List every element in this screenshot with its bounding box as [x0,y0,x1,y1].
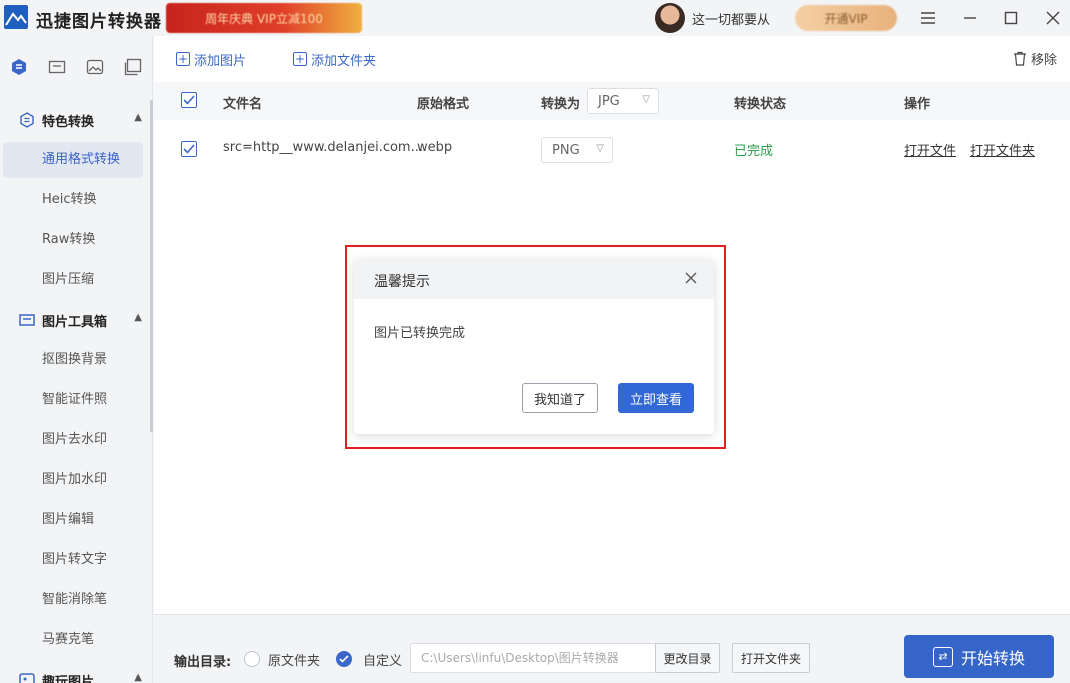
start-convert-button[interactable]: ⇄ 开始转换 [904,635,1054,678]
sidebar: 特色转换 ▲ 通用格式转换 Heic转换 Raw转换 图片压缩 图片工具箱 ▲ … [0,36,153,683]
col-filename: 文件名 [223,97,263,112]
fun-image-icon [18,671,36,683]
chevron-up-icon: ▲ [134,112,142,123]
folder-plus-icon: + [293,52,307,66]
col-status: 转换状态 [734,97,787,112]
promo-banner[interactable]: 周年庆典 VIP立减100 [166,3,362,33]
chevron-up-icon: ▲ [134,672,142,683]
sidebar-scrollbar[interactable] [150,100,153,432]
select-all-checkbox[interactable] [181,92,197,108]
title-bar: 迅捷图片转换器 周年庆典 VIP立减100 这一切都要从 开通VIP [0,0,1070,36]
toolbox-icon[interactable] [38,52,76,82]
radio-original-folder[interactable] [244,651,260,667]
convert-arrows-icon: ⇄ [932,646,953,667]
row-format-value: PNG [552,142,580,158]
bottom-bar: 输出目录: 原文件夹 自定义 C:\Users\linfu\Desktop\图片… [154,614,1070,683]
menu-icon[interactable] [916,6,940,30]
sidebar-item-eraser[interactable]: 智能消除笔 [3,582,143,618]
close-icon[interactable] [1041,6,1065,30]
chevron-up-icon: ▲ [134,312,142,323]
sidebar-group-label: 图片工具箱 [42,314,108,330]
sidebar-item-mosaic[interactable]: 马赛克笔 [3,622,143,658]
col-convert-to: 转换为 [541,97,581,112]
gallery-icon[interactable] [114,52,152,82]
convert-icon[interactable] [0,52,38,82]
maximize-icon[interactable] [999,6,1023,30]
add-image-button[interactable]: + 添加图片 [176,49,246,69]
sidebar-item-ocr[interactable]: 图片转文字 [3,542,143,578]
sidebar-item-edit[interactable]: 图片编辑 [3,502,143,538]
sidebar-item-compress[interactable]: 图片压缩 [3,262,143,298]
row-original-format: webp [417,140,453,155]
global-format-value: JPG [598,93,620,109]
row-format-select[interactable]: PNG ▽ [541,137,613,163]
remove-label: 移除 [1030,53,1057,68]
radio-custom-label[interactable]: 自定义 [363,650,402,669]
chevron-down-icon: ▽ [642,94,650,105]
open-folder-link[interactable]: 打开文件夹 [970,140,1035,159]
check-icon [339,655,349,663]
open-file-link[interactable]: 打开文件 [904,140,956,159]
sidebar-group-fun[interactable]: 趣玩图片 ▲ [18,668,142,683]
col-original-format: 原始格式 [417,97,470,112]
output-dir-label: 输出目录: [174,655,232,670]
table-header: 文件名 原始格式 转换为 JPG ▽ 转换状态 操作 [154,82,1070,120]
col-actions: 操作 [904,97,931,112]
global-format-select[interactable]: JPG ▽ [587,88,659,114]
trash-icon [1013,51,1026,66]
sidebar-group-special[interactable]: 特色转换 ▲ [18,108,142,132]
app-title: 迅捷图片转换器 [36,12,162,32]
sidebar-item-remove-watermark[interactable]: 图片去水印 [3,422,143,458]
chevron-down-icon: ▽ [596,143,604,154]
dialog-message: 图片已转换完成 [374,326,466,341]
dialog-header: 温馨提示 [354,259,714,299]
view-now-button[interactable]: 立即查看 [618,383,694,413]
tip-dialog: 温馨提示 图片已转换完成 我知道了 立即查看 [354,259,714,434]
avatar[interactable] [655,3,685,33]
vip-button[interactable]: 开通VIP [795,5,897,31]
sidebar-group-label: 趣玩图片 [42,674,95,683]
minimize-icon[interactable] [958,6,982,30]
radio-custom[interactable] [336,651,352,667]
app-logo-icon [4,5,28,29]
radio-original-label[interactable]: 原文件夹 [268,650,320,669]
start-convert-label: 开始转换 [960,648,1025,668]
sidebar-top-icons [0,52,153,88]
sidebar-item-add-watermark[interactable]: 图片加水印 [3,462,143,498]
convert-icon [18,111,36,129]
add-folder-button[interactable]: + 添加文件夹 [293,49,376,69]
row-status: 已完成 [734,144,774,159]
output-path-input[interactable]: C:\Users\linfu\Desktop\图片转换器 [410,643,656,673]
row-filename: src=http__www.delanjei.com... [223,140,423,155]
sidebar-item-raw[interactable]: Raw转换 [3,222,143,258]
change-dir-button[interactable]: 更改目录 [655,643,720,673]
sidebar-item-cutout[interactable]: 抠图换背景 [3,342,143,378]
image-icon[interactable] [76,52,114,82]
user-name[interactable]: 这一切都要从 [692,9,770,28]
sidebar-group-toolbox[interactable]: 图片工具箱 ▲ [18,308,142,332]
sidebar-item-general-convert[interactable]: 通用格式转换 [3,142,143,178]
check-icon [183,144,195,154]
toolbox-icon [18,311,36,329]
sidebar-group-label: 特色转换 [42,114,95,130]
check-icon [183,95,195,105]
sidebar-item-heic[interactable]: Heic转换 [3,182,143,218]
remove-button[interactable]: 移除 [1013,49,1057,68]
sidebar-item-id-photo[interactable]: 智能证件照 [3,382,143,418]
add-image-label: 添加图片 [194,53,247,69]
close-icon[interactable] [682,269,700,287]
plus-icon: + [176,52,190,66]
acknowledge-button[interactable]: 我知道了 [522,383,598,413]
row-checkbox[interactable] [181,141,197,157]
add-folder-label: 添加文件夹 [311,53,377,69]
open-output-folder-button[interactable]: 打开文件夹 [732,643,810,673]
dialog-title: 温馨提示 [374,274,430,290]
